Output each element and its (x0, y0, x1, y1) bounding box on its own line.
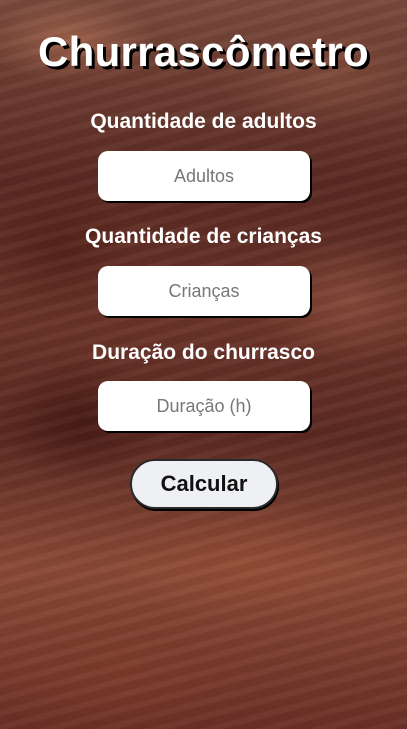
page-title: Churrascômetro (38, 28, 369, 75)
page-container: Churrascômetro (0, 0, 407, 76)
adults-label: Quantidade de adultos (90, 110, 317, 133)
adults-input[interactable] (98, 151, 310, 201)
children-label: Quantidade de crianças (85, 225, 322, 248)
duration-input[interactable] (98, 381, 310, 431)
children-input[interactable] (98, 266, 310, 316)
duration-label: Duração do churrasco (92, 341, 315, 364)
calculate-button[interactable]: Calcular (130, 459, 278, 509)
